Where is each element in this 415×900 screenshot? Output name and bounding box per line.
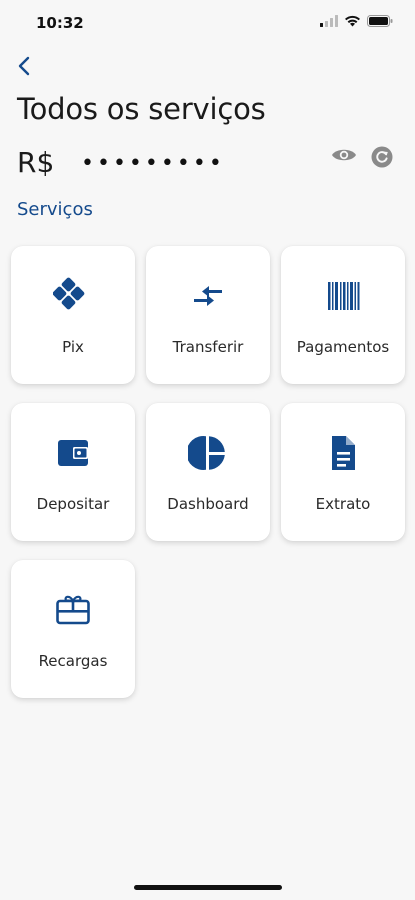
balance-row: R$ •••••••••: [17, 146, 397, 182]
service-label: Transferir: [172, 338, 244, 356]
service-label: Pagamentos: [296, 338, 390, 356]
service-card-pagamentos[interactable]: Pagamentos: [281, 246, 405, 384]
battery-icon: [367, 15, 393, 27]
service-card-recargas[interactable]: Recargas: [11, 560, 135, 698]
toggle-balance-visibility-button[interactable]: [331, 146, 357, 166]
balance-masked-value: •••••••••: [81, 151, 225, 176]
page-title: Todos os serviços: [17, 92, 266, 126]
refresh-icon: [371, 146, 393, 168]
gift-card-icon: [53, 590, 93, 630]
signal-icon: [320, 15, 338, 27]
wallet-icon: [53, 433, 93, 473]
pix-icon: [53, 276, 93, 316]
service-label: Depositar: [36, 495, 110, 513]
status-bar: 10:32: [0, 0, 415, 44]
document-icon: [323, 433, 363, 473]
transfer-arrows-icon: [188, 276, 228, 316]
eye-icon: [332, 149, 356, 161]
service-label: Dashboard: [167, 495, 249, 513]
wifi-icon: [345, 15, 360, 27]
balance-currency: R$: [17, 146, 55, 179]
barcode-icon: [323, 276, 363, 316]
service-card-extrato[interactable]: Extrato: [281, 403, 405, 541]
status-icons: [320, 15, 393, 27]
back-button[interactable]: [10, 52, 38, 80]
service-label: Pix: [62, 338, 84, 356]
home-indicator: [134, 885, 282, 890]
status-time: 10:32: [36, 14, 84, 32]
service-card-transferir[interactable]: Transferir: [146, 246, 270, 384]
service-card-depositar[interactable]: Depositar: [11, 403, 135, 541]
section-label-services: Serviços: [17, 199, 93, 220]
chevron-left-icon: [18, 56, 30, 76]
service-label: Extrato: [315, 495, 371, 513]
service-label: Recargas: [38, 652, 108, 670]
pie-chart-icon: [188, 433, 228, 473]
service-card-pix[interactable]: Pix: [11, 246, 135, 384]
service-card-dashboard[interactable]: Dashboard: [146, 403, 270, 541]
refresh-balance-button[interactable]: [371, 146, 393, 168]
